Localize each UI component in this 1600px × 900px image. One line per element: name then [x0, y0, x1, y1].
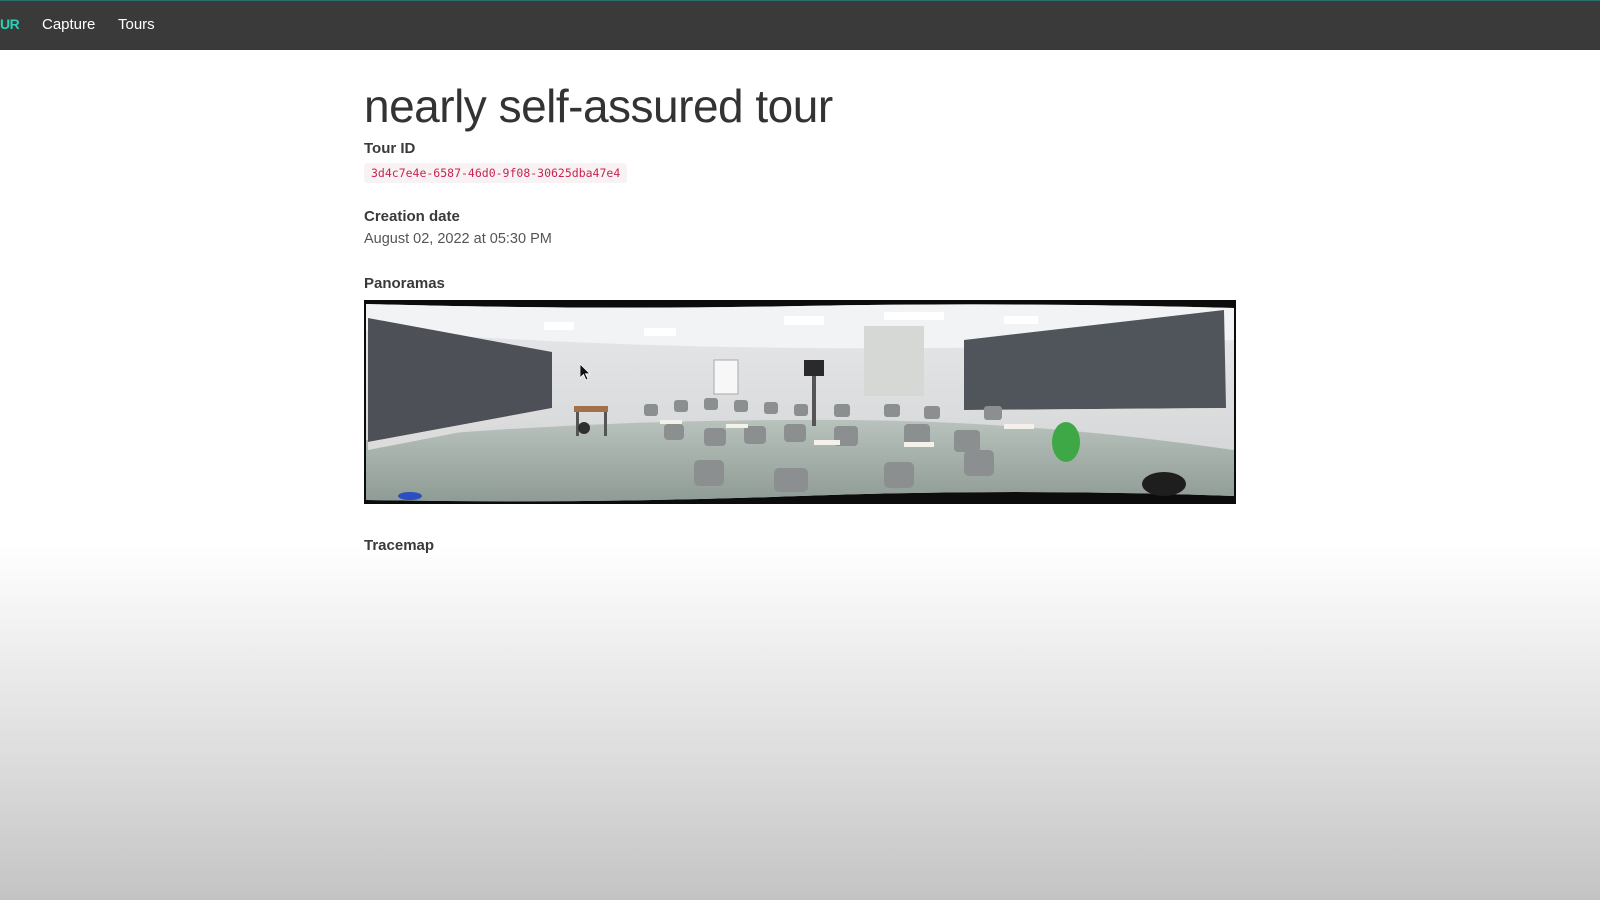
tour-details: nearly self-assured tour Tour ID 3d4c7e4… [364, 78, 1236, 554]
creation-date-label: Creation date [364, 208, 460, 225]
page-title: nearly self-assured tour [364, 80, 833, 132]
creation-date-value: August 02, 2022 at 05:30 PM [364, 231, 552, 247]
nav-link-capture[interactable]: Capture [42, 16, 95, 33]
panorama-image[interactable] [364, 300, 1236, 504]
mouse-cursor-icon [580, 364, 591, 381]
brand-logo[interactable]: UR [0, 16, 20, 32]
panorama-classroom-illustration [366, 304, 1234, 502]
tracemap-label: Tracemap [364, 537, 435, 554]
nav-link-tours[interactable]: Tours [118, 16, 155, 33]
top-navbar: UR Capture Tours [0, 0, 1600, 50]
panoramas-label: Panoramas [364, 275, 445, 292]
tour-id-value: 3d4c7e4e-6587-46d0-9f08-30625dba47e4 [364, 163, 628, 183]
tour-id-label: Tour ID [364, 140, 416, 157]
